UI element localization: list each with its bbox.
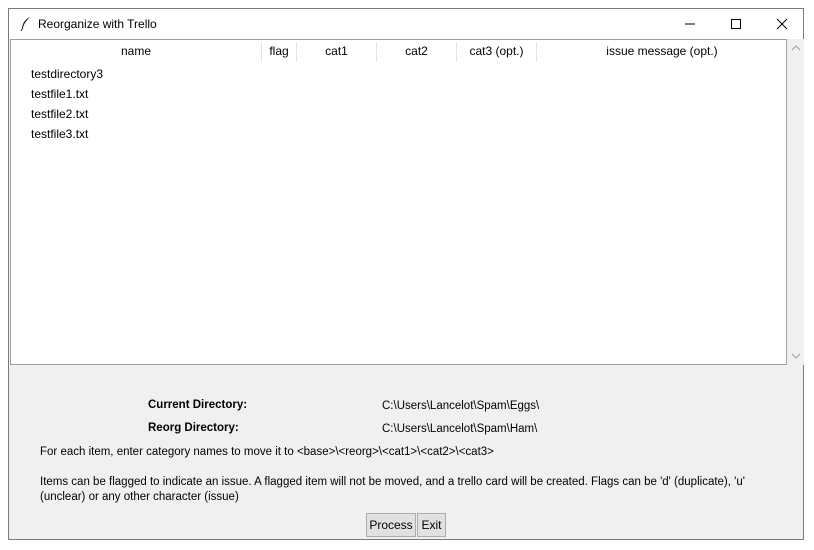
column-header-cat2[interactable]: cat2: [377, 40, 456, 62]
column-header-name[interactable]: name: [11, 40, 261, 62]
app-window: Reorganize with Trello name flag cat1 ca…: [8, 8, 804, 540]
table-row[interactable]: testfile3.txt: [31, 124, 88, 144]
table-row[interactable]: testdirectory3: [31, 64, 103, 84]
reorg-directory-label: Reorg Directory:: [148, 422, 239, 434]
minimize-button[interactable]: [667, 9, 713, 39]
reorg-directory-value: C:\Users\Lancelot\Spam\Ham\: [382, 423, 538, 435]
scroll-down-icon[interactable]: [791, 351, 801, 361]
table-row[interactable]: testfile2.txt: [31, 104, 88, 124]
process-button[interactable]: Process: [366, 513, 416, 537]
column-header-flag[interactable]: flag: [262, 40, 296, 62]
scroll-up-icon[interactable]: [791, 43, 801, 53]
instructions-text: For each item, enter category names to m…: [40, 446, 494, 458]
flags-note-text: Items can be flagged to indicate an issu…: [40, 476, 745, 503]
close-icon: [776, 18, 788, 30]
items-table[interactable]: name flag cat1 cat2 cat3 (opt.) issue me…: [10, 39, 787, 365]
maximize-icon: [731, 19, 741, 29]
exit-button[interactable]: Exit: [417, 513, 446, 537]
vertical-scrollbar[interactable]: [788, 39, 804, 365]
column-header-cat1[interactable]: cat1: [297, 40, 376, 62]
minimize-icon: [685, 23, 695, 25]
current-directory-value: C:\Users\Lancelot\Spam\Eggs\: [382, 400, 540, 412]
column-header-cat3[interactable]: cat3 (opt.): [457, 40, 536, 62]
column-header-issue-message[interactable]: issue message (opt.): [537, 40, 787, 62]
title-bar[interactable]: Reorganize with Trello: [9, 9, 803, 39]
table-row[interactable]: testfile1.txt: [31, 84, 88, 104]
feather-icon: [20, 17, 30, 32]
window-title: Reorganize with Trello: [38, 17, 157, 31]
maximize-button[interactable]: [713, 9, 759, 39]
close-button[interactable]: [759, 9, 805, 39]
current-directory-label: Current Directory:: [148, 399, 248, 411]
